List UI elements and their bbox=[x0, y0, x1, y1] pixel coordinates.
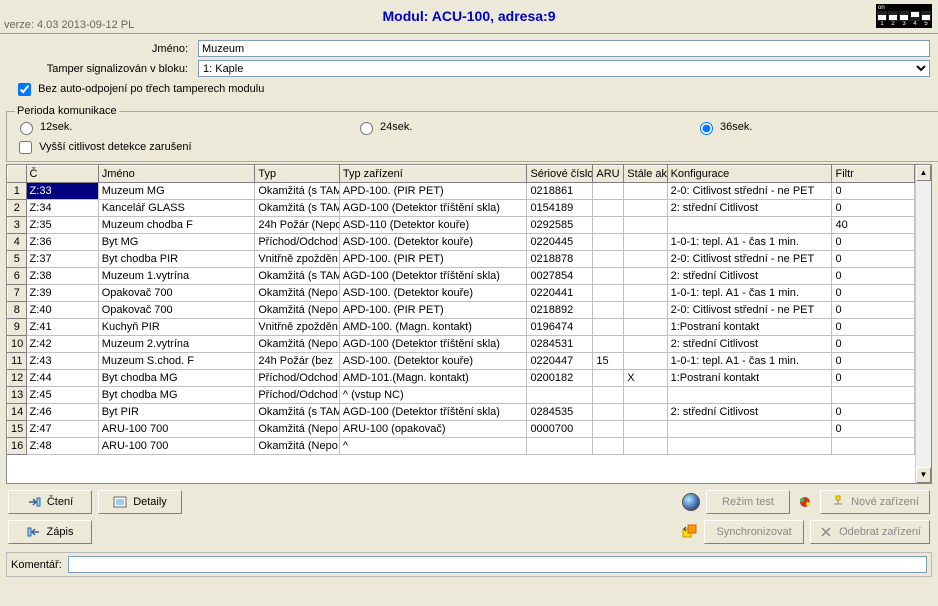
table-row[interactable]: 12Z:44Byt chodba MGPříchod/OdchodAMD-101… bbox=[8, 370, 915, 387]
sync-icon bbox=[680, 523, 698, 541]
read-icon bbox=[27, 495, 41, 509]
form-area: Jméno: Tamper signalizován v bloku: 1: K… bbox=[0, 34, 938, 103]
comment-input[interactable] bbox=[68, 556, 927, 573]
period-36sek[interactable]: 36sek. bbox=[695, 119, 938, 135]
name-input[interactable] bbox=[198, 40, 930, 57]
new-device-icon bbox=[831, 495, 845, 509]
remove-device-icon bbox=[819, 525, 833, 539]
table-row[interactable]: 3Z:35Muzeum chodba F24h Požár (NepoASD-1… bbox=[8, 217, 915, 234]
col-corner[interactable] bbox=[8, 166, 27, 183]
name-label: Jméno: bbox=[8, 43, 198, 55]
table-row[interactable]: 11Z:43Muzeum S.chod. F24h Požár (bezASD-… bbox=[8, 353, 915, 370]
col-name[interactable]: Jméno bbox=[98, 166, 255, 183]
table-row[interactable]: 5Z:37Byt chodba PIRVnitřně zpožděnAPD-10… bbox=[8, 251, 915, 268]
period-12sek[interactable]: 12sek. bbox=[15, 119, 315, 135]
read-button[interactable]: Čtení bbox=[8, 490, 92, 514]
comment-row: Komentář: bbox=[6, 552, 932, 577]
table-row[interactable]: 2Z:34Kancelář GLASSOkamžitá (s TAMAGD-10… bbox=[8, 200, 915, 217]
comment-label: Komentář: bbox=[11, 559, 62, 571]
table-row[interactable]: 13Z:45Byt chodba MGPříchod/Odchod^ (vstu… bbox=[8, 387, 915, 404]
scroll-down-arrow-icon[interactable]: ▼ bbox=[916, 467, 931, 483]
table-row[interactable]: 4Z:36Byt MGPříchod/OdchodASD-100. (Detek… bbox=[8, 234, 915, 251]
write-icon bbox=[27, 525, 41, 539]
remove-device-button[interactable]: Odebrat zařízení bbox=[810, 520, 930, 544]
col-typzar[interactable]: Typ zařízení bbox=[339, 166, 527, 183]
new-device-button[interactable]: Nové zařízení bbox=[820, 490, 930, 514]
table-header-row: Č Jméno Typ Typ zařízení Sériové číslo A… bbox=[8, 166, 915, 183]
device-table-wrap: Č Jméno Typ Typ zařízení Sériové číslo A… bbox=[6, 164, 932, 484]
table-vertical-scrollbar[interactable]: ▲ ▼ bbox=[915, 165, 931, 483]
table-row[interactable]: 7Z:39Opakovač 700Okamžitá (NepoASD-100. … bbox=[8, 285, 915, 302]
details-icon bbox=[113, 495, 127, 509]
write-button[interactable]: Zápis bbox=[8, 520, 92, 544]
version-label: verze: 4.03 2013-09-12 PL bbox=[4, 19, 134, 31]
col-stale[interactable]: Stále ak bbox=[624, 166, 667, 183]
period-24sek[interactable]: 24sek. bbox=[355, 119, 655, 135]
module-title: Modul: ACU-100, adresa:9 bbox=[0, 0, 938, 24]
sync-status-icon bbox=[796, 493, 814, 511]
details-button[interactable]: Detaily bbox=[98, 490, 182, 514]
table-row[interactable]: 10Z:42Muzeum 2.vytrínaOkamžitá (NepoAGD-… bbox=[8, 336, 915, 353]
title-bar: verze: 4.03 2013-09-12 PL Modul: ACU-100… bbox=[0, 0, 938, 34]
table-row[interactable]: 14Z:46Byt PIROkamžitá (s TAMAGD-100 (Det… bbox=[8, 404, 915, 421]
test-mode-button[interactable]: Režim test bbox=[706, 490, 790, 514]
status-led-icon bbox=[682, 493, 700, 511]
table-row[interactable]: 15Z:47ARU-100 700Okamžitá (NepoARU-100 (… bbox=[8, 421, 915, 438]
col-aru[interactable]: ARU bbox=[593, 166, 624, 183]
high-sensitivity-checkbox[interactable]: Vyšší citlivost detekce zarušení bbox=[15, 141, 192, 153]
col-konf[interactable]: Konfigurace bbox=[667, 166, 832, 183]
table-row[interactable]: 6Z:38Muzeum 1.vytrínaOkamžitá (s TAMAGD-… bbox=[8, 268, 915, 285]
col-ser[interactable]: Sériové číslo bbox=[527, 166, 593, 183]
period-fieldset: Perioda komunikace 12sek. 24sek. 36sek. … bbox=[6, 105, 938, 162]
device-table[interactable]: Č Jméno Typ Typ zařízení Sériové číslo A… bbox=[7, 165, 915, 455]
period-legend: Perioda komunikace bbox=[15, 105, 119, 117]
table-row[interactable]: 16Z:48ARU-100 700Okamžitá (Nepo^ bbox=[8, 438, 915, 455]
tamper-label: Tamper signalizován v bloku: bbox=[8, 63, 198, 75]
table-row[interactable]: 8Z:40Opakovač 700Okamžitá (NepoAPD-100. … bbox=[8, 302, 915, 319]
table-row[interactable]: 1Z:33Muzeum MGOkamžitá (s TAMAPD-100. (P… bbox=[8, 183, 915, 200]
col-typ[interactable]: Typ bbox=[255, 166, 340, 183]
scroll-up-arrow-icon[interactable]: ▲ bbox=[916, 165, 931, 181]
dip-switch-icon: on 12345 bbox=[876, 4, 932, 28]
tamper-select[interactable]: 1: Kaple bbox=[198, 60, 930, 77]
col-c[interactable]: Č bbox=[26, 166, 98, 183]
button-row: Čtení Zápis Detaily Režim test Nové zaří… bbox=[0, 486, 938, 548]
auto-disconnect-checkbox[interactable]: Bez auto-odpojení po třech tamperech mod… bbox=[14, 83, 264, 95]
synchronize-button[interactable]: Synchronizovat bbox=[704, 520, 804, 544]
table-row[interactable]: 9Z:41Kuchyň PIRVnitřně zpožděnAMD-100. (… bbox=[8, 319, 915, 336]
col-filtr[interactable]: Filtr bbox=[832, 166, 915, 183]
